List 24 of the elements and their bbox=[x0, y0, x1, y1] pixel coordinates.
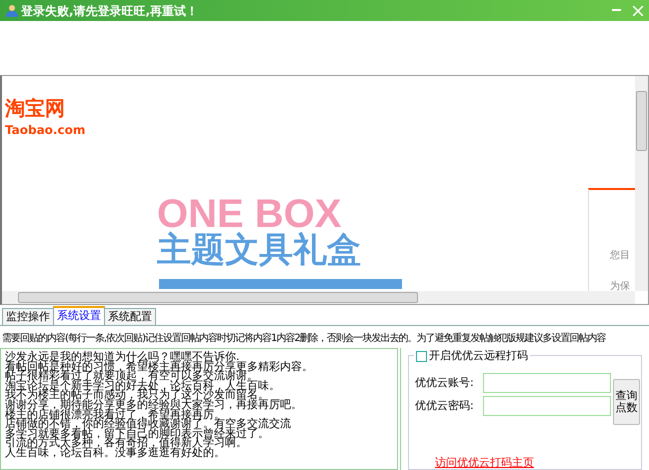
reply-content-field[interactable]: 沙发永远是我的想知道为什么吗？嘿嘿不告诉你. 看帖回帖是种好的习惯，希望楼主再接再厉分享更多精彩内容。 帖子很精彩看过了就要顶起，有空可以多交流谢谢。 淘宝论坛是个新手学习的好去处，论坛百科，人生百味。 我不为楼主的帖子而感动，我只为了这个沙发而留名。 谢谢分享，期待能分享更多的经验與大家学习，再接再厉吧。 楼主的店铺很漂亮我看过了，希望再接再厉。 店铺做的不错，你的经验值得收藏谢谢了。有空多交流交流 多学习就要多看帖，留下自己的脚印表示曾经来过了。 引流的方式太多种，各有奇招，值得新人学习啊。 人生百味，论坛百科。没事多逛逛有好处的。 bbox=[0, 348, 398, 470]
close-icon[interactable] bbox=[633, 6, 643, 16]
banner-subtitle: 主题文具礼盒 bbox=[157, 233, 361, 267]
window-title: 登录失败,请先登录旺旺,再重试！ bbox=[21, 2, 198, 20]
scroll-thumb[interactable] bbox=[636, 91, 647, 151]
user-icon bbox=[6, 4, 18, 17]
minimize-icon[interactable] bbox=[612, 9, 621, 12]
field-label: 优优云账号: bbox=[415, 375, 474, 391]
checkbox-label[interactable]: 开启优优云远程打码 bbox=[429, 348, 528, 364]
account-field[interactable] bbox=[483, 373, 611, 393]
field-label: 优优云密码: bbox=[415, 398, 474, 414]
instruction-text: 需要回贴的内容(每行一条,依次回贴)记住设置回帖内容时切记将内容1内容2删除，否则会一块发出去的。为了避免重复发帖触犯版规建议多设置回帖内容 bbox=[1, 332, 607, 346]
scroll-thumb[interactable] bbox=[18, 292, 418, 303]
horizontal-scrollbar[interactable] bbox=[2, 291, 635, 304]
vertical-scrollbar[interactable] bbox=[635, 76, 648, 291]
password-field[interactable] bbox=[483, 396, 611, 416]
tab[interactable]: 监控操作 bbox=[2, 308, 54, 325]
logo-subtitle: Taobao.com bbox=[5, 122, 86, 139]
tab[interactable]: 系统配置 bbox=[104, 308, 156, 325]
homepage-link[interactable]: 访问优优云打码主页 bbox=[435, 455, 534, 470]
query-points-button[interactable]: 查询点数 bbox=[613, 379, 640, 425]
side-text: 为保 bbox=[610, 280, 630, 291]
side-text: 您目 bbox=[610, 249, 630, 263]
checkbox[interactable] bbox=[416, 350, 427, 362]
